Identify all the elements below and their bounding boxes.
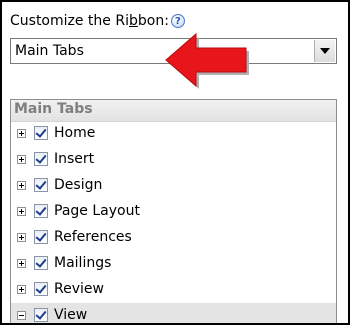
tree-item-label: Mailings (54, 255, 112, 271)
tree-item-label: Insert (54, 151, 95, 167)
expand-plus-icon[interactable] (17, 259, 26, 268)
tree-item-references[interactable]: References (11, 225, 336, 251)
checkbox-home[interactable] (34, 126, 48, 140)
left-arrow-icon (165, 32, 249, 89)
tree-item-page-layout[interactable]: Page Layout (11, 199, 336, 225)
tree-group-header-label: Main Tabs (14, 101, 93, 117)
tree-item-home[interactable]: Home (11, 121, 336, 147)
customize-ribbon-label: Customize the Ribbon: ? (10, 10, 185, 32)
ribbon-tabs-tree[interactable]: Main Tabs Home Insert Design Page Layout… (10, 99, 337, 323)
tree-item-label: References (54, 229, 132, 245)
customize-ribbon-title: Customize the Ribbon: (10, 13, 169, 29)
chevron-down-icon[interactable] (314, 40, 335, 62)
collapse-minus-icon[interactable] (17, 311, 26, 320)
expand-plus-icon[interactable] (17, 129, 26, 138)
tree-item-label: View (54, 307, 88, 323)
expand-plus-icon[interactable] (17, 233, 26, 242)
tree-item-label: Review (54, 281, 104, 297)
expand-plus-icon[interactable] (17, 155, 26, 164)
tree-item-label: Home (54, 125, 96, 141)
checkbox-review[interactable] (34, 282, 48, 296)
expand-plus-icon[interactable] (17, 181, 26, 190)
tree-item-mailings[interactable]: Mailings (11, 251, 336, 277)
tree-item-view[interactable]: View (11, 303, 336, 323)
help-icon[interactable]: ? (170, 14, 185, 28)
tabs-dropdown-value: Main Tabs (15, 43, 84, 59)
checkbox-mailings[interactable] (34, 256, 48, 270)
expand-plus-icon[interactable] (17, 285, 26, 294)
expand-plus-icon[interactable] (17, 207, 26, 216)
checkbox-insert[interactable] (34, 152, 48, 166)
customize-ribbon-panel: Customize the Ribbon: ? Main Tabs Main T… (0, 0, 350, 325)
checkbox-view[interactable] (34, 308, 48, 322)
checkbox-page-layout[interactable] (34, 204, 48, 218)
tree-group-header: Main Tabs (11, 100, 336, 122)
checkbox-references[interactable] (34, 230, 48, 244)
tree-item-design[interactable]: Design (11, 173, 336, 199)
tree-item-label: Design (54, 177, 103, 193)
tree-item-review[interactable]: Review (11, 277, 336, 303)
checkbox-design[interactable] (34, 178, 48, 192)
tree-item-label: Page Layout (54, 203, 140, 219)
tree-item-insert[interactable]: Insert (11, 147, 336, 173)
